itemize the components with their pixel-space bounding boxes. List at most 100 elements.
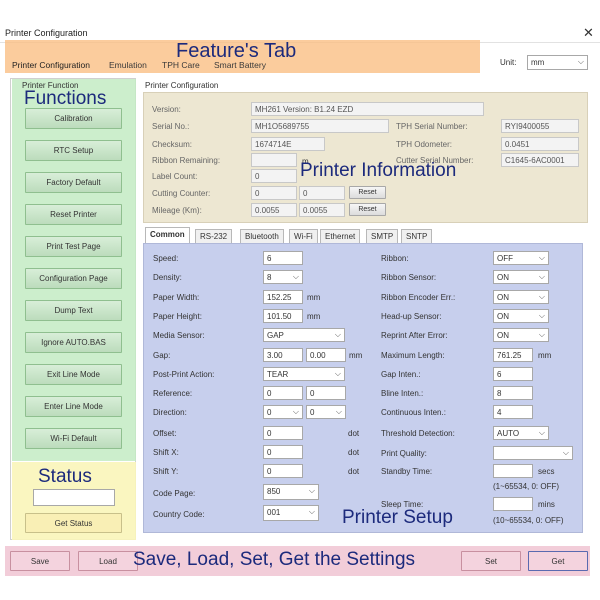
rtc-setup-button[interactable]: RTC Setup xyxy=(25,140,122,161)
wifi-default-button[interactable]: Wi-Fi Default xyxy=(25,428,122,449)
ignore-auto-bas-button[interactable]: Ignore AUTO.BAS xyxy=(25,332,122,353)
serial-field: MH1O5689755 xyxy=(251,119,389,133)
mileage-reset-button[interactable]: Reset xyxy=(349,203,386,216)
post-print-action-value: TEAR xyxy=(267,370,289,379)
maximum-length-field[interactable]: 761.25 xyxy=(493,348,533,362)
continuous-inten-label: Continuous Inten.: xyxy=(381,408,446,417)
shift-y-label: Shift Y: xyxy=(153,467,179,476)
offset-field[interactable]: 0 xyxy=(263,426,303,440)
chevron-down-icon: ⌵ xyxy=(308,486,315,495)
ribbon-value: OFF xyxy=(497,254,513,263)
tph-serial-field: RYI9400055 xyxy=(501,119,579,133)
chevron-down-icon: ⌵ xyxy=(334,330,341,339)
cutting-counter-label: Cutting Counter: xyxy=(152,189,211,198)
tab-smtp[interactable]: SMTP xyxy=(366,229,399,243)
unit-select[interactable]: mm ⌵ xyxy=(527,55,588,70)
dump-text-button[interactable]: Dump Text xyxy=(25,300,122,321)
cutting-counter-field-a: 0 xyxy=(251,186,297,200)
paper-width-label: Paper Width: xyxy=(153,293,200,302)
shift-x-label: Shift X: xyxy=(153,448,179,457)
density-select[interactable]: 8 ⌵ xyxy=(263,270,303,284)
functions-annotation-text: Functions xyxy=(24,88,107,109)
threshold-detection-value: AUTO xyxy=(497,429,520,438)
mileage-field-a: 0.0055 xyxy=(251,203,297,217)
tab-smart-battery[interactable]: Smart Battery xyxy=(214,60,266,70)
shift-y-unit: dot xyxy=(348,467,360,476)
ribbon-encoder-select[interactable]: ON ⌵ xyxy=(493,290,549,304)
tab-printer-configuration[interactable]: Printer Configuration xyxy=(12,60,90,70)
continuous-inten-field[interactable]: 4 xyxy=(493,405,533,419)
media-sensor-select[interactable]: GAP ⌵ xyxy=(263,328,345,342)
shift-x-unit: dot xyxy=(348,448,360,457)
printer-information-annotation: Printer Information xyxy=(300,160,457,181)
tab-rs232[interactable]: RS-232 xyxy=(195,229,233,243)
unit-value: mm xyxy=(531,58,545,67)
headup-sensor-label: Head-up Sensor: xyxy=(381,312,442,321)
shift-y-field[interactable]: 0 xyxy=(263,464,303,478)
tab-emulation[interactable]: Emulation xyxy=(109,60,147,70)
chevron-down-icon: ⌵ xyxy=(538,272,545,281)
direction-select-a[interactable]: 0 ⌵ xyxy=(263,405,303,419)
print-quality-label: Print Quality: xyxy=(381,449,427,458)
paper-width-field[interactable]: 152.25 xyxy=(263,290,303,304)
reference-field-b[interactable]: 0 xyxy=(306,386,346,400)
tab-tph-care[interactable]: TPH Care xyxy=(162,60,200,70)
calibration-button[interactable]: Calibration xyxy=(25,108,122,129)
post-print-action-select[interactable]: TEAR ⌵ xyxy=(263,367,345,381)
get-status-button[interactable]: Get Status xyxy=(25,513,122,533)
ribbon-select[interactable]: OFF ⌵ xyxy=(493,251,549,265)
tab-sntp[interactable]: SNTP xyxy=(401,229,433,243)
print-test-page-button[interactable]: Print Test Page xyxy=(25,236,122,257)
direction-label: Direction: xyxy=(153,408,187,417)
standby-time-field[interactable] xyxy=(493,464,533,478)
gap-field-b[interactable]: 0.00 xyxy=(306,348,346,362)
chevron-down-icon: ⌵ xyxy=(562,448,569,457)
country-code-select[interactable]: 001 ⌵ xyxy=(263,505,319,521)
reprint-after-error-label: Reprint After Error: xyxy=(381,331,448,340)
close-icon[interactable]: ✕ xyxy=(583,25,594,41)
tab-wifi[interactable]: Wi-Fi xyxy=(289,229,318,243)
tab-ethernet[interactable]: Ethernet xyxy=(320,229,361,243)
gap-unit: mm xyxy=(349,351,363,360)
load-button[interactable]: Load xyxy=(78,551,138,571)
headup-sensor-select[interactable]: ON ⌵ xyxy=(493,309,549,323)
country-code-label: Country Code: xyxy=(153,510,205,519)
threshold-detection-select[interactable]: AUTO ⌵ xyxy=(493,426,549,440)
unit-label: Unit: xyxy=(500,58,517,67)
chevron-down-icon: ⌵ xyxy=(577,57,584,66)
enter-line-mode-button[interactable]: Enter Line Mode xyxy=(25,396,122,417)
reset-printer-button[interactable]: Reset Printer xyxy=(25,204,122,225)
shift-x-field[interactable]: 0 xyxy=(263,445,303,459)
configuration-page-button[interactable]: Configuration Page xyxy=(25,268,122,289)
print-quality-select[interactable]: ⌵ xyxy=(493,446,573,460)
set-button[interactable]: Set xyxy=(461,551,521,571)
reprint-after-error-select[interactable]: ON ⌵ xyxy=(493,328,549,342)
tab-bluetooth[interactable]: Bluetooth xyxy=(240,229,284,243)
code-page-select[interactable]: 850 ⌵ xyxy=(263,484,319,500)
density-label: Density: xyxy=(153,273,182,282)
get-button[interactable]: Get xyxy=(528,551,588,571)
offset-label: Offset: xyxy=(153,429,177,438)
cutting-counter-reset-button[interactable]: Reset xyxy=(349,186,386,199)
paper-height-field[interactable]: 101.50 xyxy=(263,309,303,323)
save-button[interactable]: Save xyxy=(10,551,70,571)
chevron-down-icon: ⌵ xyxy=(334,369,341,378)
sleep-time-range: (10~65534, 0: OFF) xyxy=(493,516,564,525)
direction-value-a: 0 xyxy=(267,408,272,417)
tab-common[interactable]: Common xyxy=(145,227,190,243)
bline-inten-field[interactable]: 8 xyxy=(493,386,533,400)
version-label: Version: xyxy=(152,105,181,114)
ribbon-sensor-label: Ribbon Sensor: xyxy=(381,273,437,282)
factory-default-button[interactable]: Factory Default xyxy=(25,172,122,193)
gap-field-a[interactable]: 3.00 xyxy=(263,348,303,362)
gap-inten-field[interactable]: 6 xyxy=(493,367,533,381)
ribbon-sensor-select[interactable]: ON ⌵ xyxy=(493,270,549,284)
window-title: Printer Configuration xyxy=(5,28,88,38)
sleep-time-field[interactable] xyxy=(493,497,533,511)
exit-line-mode-button[interactable]: Exit Line Mode xyxy=(25,364,122,385)
sleep-time-unit: mins xyxy=(538,500,555,509)
reference-field-a[interactable]: 0 xyxy=(263,386,303,400)
speed-field[interactable]: 6 xyxy=(263,251,303,265)
direction-select-b[interactable]: 0 ⌵ xyxy=(306,405,346,419)
printer-setup-annotation: Printer Setup xyxy=(342,507,453,528)
